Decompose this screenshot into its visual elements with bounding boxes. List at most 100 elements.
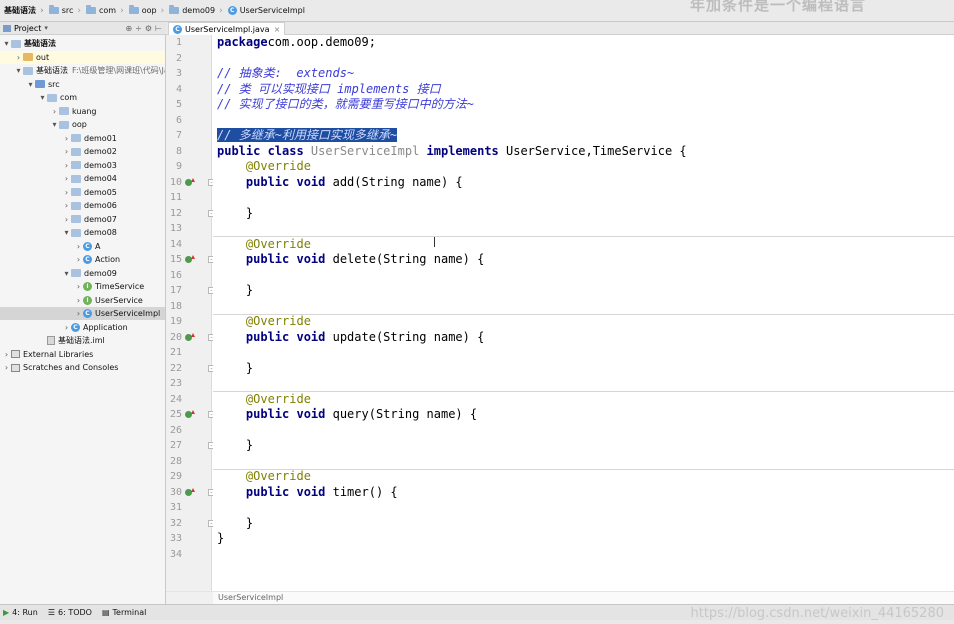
tree-item[interactable]: › C UserServiceImpl [0, 307, 165, 320]
chevron-right-icon[interactable]: › [62, 201, 71, 210]
code-line[interactable]: public void query(String name) { [217, 407, 477, 423]
code-line[interactable]: @Override [217, 469, 311, 485]
tree-item[interactable]: ▾ com [0, 91, 165, 104]
tree-item[interactable]: › demo06 [0, 199, 165, 212]
project-tree[interactable]: ▾ 基础语法 › out ▾ 基础语法 F:\班级管理\网课班\代码\Ja ▾ src ▾ com ›… [0, 35, 166, 604]
breadcrumb-item[interactable]: src › [47, 0, 84, 21]
code-line[interactable]: // 实现了接口的类，就需要重写接口中的方法~ [217, 97, 474, 113]
chevron-right-icon[interactable]: › [2, 363, 11, 372]
code-line[interactable]: // 多继承~利用接口实现多继承~ [217, 128, 398, 144]
tree-item[interactable]: › demo02 [0, 145, 165, 158]
code-line[interactable]: // 类 可以实现接口 implements 接口 [217, 82, 441, 98]
code-line[interactable]: } [217, 531, 224, 547]
implements-method-icon[interactable] [185, 487, 195, 498]
tree-item[interactable]: ▾ oop [0, 118, 165, 131]
code-line[interactable]: public void timer() { [217, 485, 398, 501]
code-editor[interactable]: packagecom.oop.demo09;// 抽象类: extends~//… [213, 35, 954, 591]
chevron-right-icon[interactable]: › [74, 282, 83, 291]
tree-item[interactable]: ▾ 基础语法 F:\班级管理\网课班\代码\Ja [0, 64, 165, 77]
tree-item[interactable]: › C Application [0, 321, 165, 334]
tree-item-label: com [60, 93, 78, 102]
chevron-down-icon[interactable]: ▾ [26, 80, 35, 89]
code-line[interactable]: // 抽象类: extends~ [217, 66, 354, 82]
chevron-down-icon[interactable]: ▾ [2, 39, 11, 48]
tool-window-todo[interactable]: ☰ 6: TODO [48, 608, 92, 617]
code-line[interactable]: @Override [217, 314, 311, 330]
tree-item[interactable]: ▾ demo08 [0, 226, 165, 239]
code-line[interactable]: } [217, 283, 253, 299]
tree-item[interactable]: › External Libraries [0, 348, 165, 361]
chevron-down-icon[interactable]: ▾ [14, 66, 23, 75]
tree-item[interactable]: › C Action [0, 253, 165, 266]
panel-tool-icon[interactable]: ÷ [135, 24, 142, 33]
implements-method-icon[interactable] [185, 332, 195, 343]
chevron-right-icon[interactable]: › [14, 53, 23, 62]
chevron-right-icon[interactable]: › [62, 174, 71, 183]
code-line[interactable]: @Override [217, 159, 311, 175]
tree-item[interactable]: › Scratches and Consoles [0, 361, 165, 374]
code-line[interactable]: } [217, 361, 253, 377]
implements-method-icon[interactable] [185, 410, 195, 420]
chevron-right-icon[interactable]: › [62, 188, 71, 197]
tree-item[interactable]: › demo07 [0, 213, 165, 226]
code-line[interactable]: } [217, 516, 253, 532]
tree-item[interactable]: › demo05 [0, 186, 165, 199]
panel-tool-icon[interactable]: ⚙ [145, 24, 152, 33]
chevron-down-icon[interactable]: ▾ [38, 93, 47, 102]
chevron-right-icon[interactable]: › [62, 323, 71, 332]
chevron-down-icon[interactable]: ▾ [62, 228, 71, 237]
tree-item[interactable]: ▾ demo09 [0, 267, 165, 280]
code-line[interactable]: public class UserServiceImpl implements … [217, 144, 687, 160]
chevron-right-icon[interactable]: › [2, 350, 11, 359]
tree-item[interactable]: › I UserService [0, 294, 165, 307]
code-line[interactable]: @Override [217, 237, 311, 253]
panel-tool-icon[interactable]: ⊕ [125, 24, 132, 33]
chevron-down-icon[interactable]: ▾ [50, 120, 59, 129]
chevron-down-icon[interactable]: ▾ [62, 269, 71, 278]
code-line[interactable]: packagecom.oop.demo09; [217, 35, 376, 51]
chevron-right-icon[interactable]: › [74, 255, 83, 264]
tree-item[interactable]: › I TimeService [0, 280, 165, 293]
code-line[interactable]: public void add(String name) { [217, 175, 463, 191]
tree-item[interactable]: › demo04 [0, 172, 165, 185]
close-icon[interactable]: × [274, 25, 281, 34]
chevron-right-icon[interactable]: › [74, 242, 83, 251]
folder-icon [48, 5, 59, 14]
folder-icon [59, 107, 69, 115]
code-line[interactable]: public void update(String name) { [217, 330, 484, 346]
tree-item[interactable]: › demo01 [0, 132, 165, 145]
editor-breadcrumb[interactable]: UserServiceImpl [213, 591, 954, 604]
tool-window-label: Terminal [112, 608, 147, 617]
project-panel-title[interactable]: Project [14, 24, 41, 33]
tool-window-run[interactable]: ▶ 4: Run [3, 608, 38, 617]
implements-method-icon[interactable] [185, 177, 195, 188]
chevron-right-icon[interactable]: › [62, 161, 71, 170]
code-line[interactable]: } [217, 206, 253, 222]
chevron-right-icon[interactable]: › [50, 107, 59, 116]
breadcrumb-item[interactable]: 基础语法 › [2, 0, 47, 21]
tree-item[interactable]: ▾ 基础语法 [0, 37, 165, 50]
chevron-right-icon[interactable]: › [74, 296, 83, 305]
breadcrumb-item[interactable]: C UserServiceImpl [226, 0, 308, 21]
tree-item[interactable]: 基础语法.iml [0, 334, 165, 347]
breadcrumb-item[interactable]: oop › [127, 0, 167, 21]
panel-tool-icon[interactable]: ⊢ [155, 24, 162, 33]
breadcrumb-item[interactable]: demo09 › [167, 0, 225, 21]
chevron-down-icon[interactable]: ▾ [44, 24, 48, 32]
tab-userserviceimpl[interactable]: C UserServiceImpl.java × [168, 22, 286, 35]
code-line[interactable]: public void delete(String name) { [217, 252, 484, 268]
chevron-right-icon[interactable]: › [62, 147, 71, 156]
code-line[interactable]: @Override [217, 392, 311, 408]
tree-item[interactable]: › C A [0, 240, 165, 253]
tool-window-terminal[interactable]: ▤ Terminal [102, 608, 146, 617]
implements-method-icon[interactable] [185, 255, 195, 265]
tree-item[interactable]: › kuang [0, 105, 165, 118]
code-line[interactable]: } [217, 438, 253, 454]
breadcrumb-item[interactable]: com › [84, 0, 127, 21]
tree-item[interactable]: › demo03 [0, 159, 165, 172]
tree-item[interactable]: › out [0, 50, 165, 64]
tree-item[interactable]: ▾ src [0, 78, 165, 91]
chevron-right-icon[interactable]: › [62, 134, 71, 143]
chevron-right-icon[interactable]: › [74, 309, 83, 318]
chevron-right-icon[interactable]: › [62, 215, 71, 224]
